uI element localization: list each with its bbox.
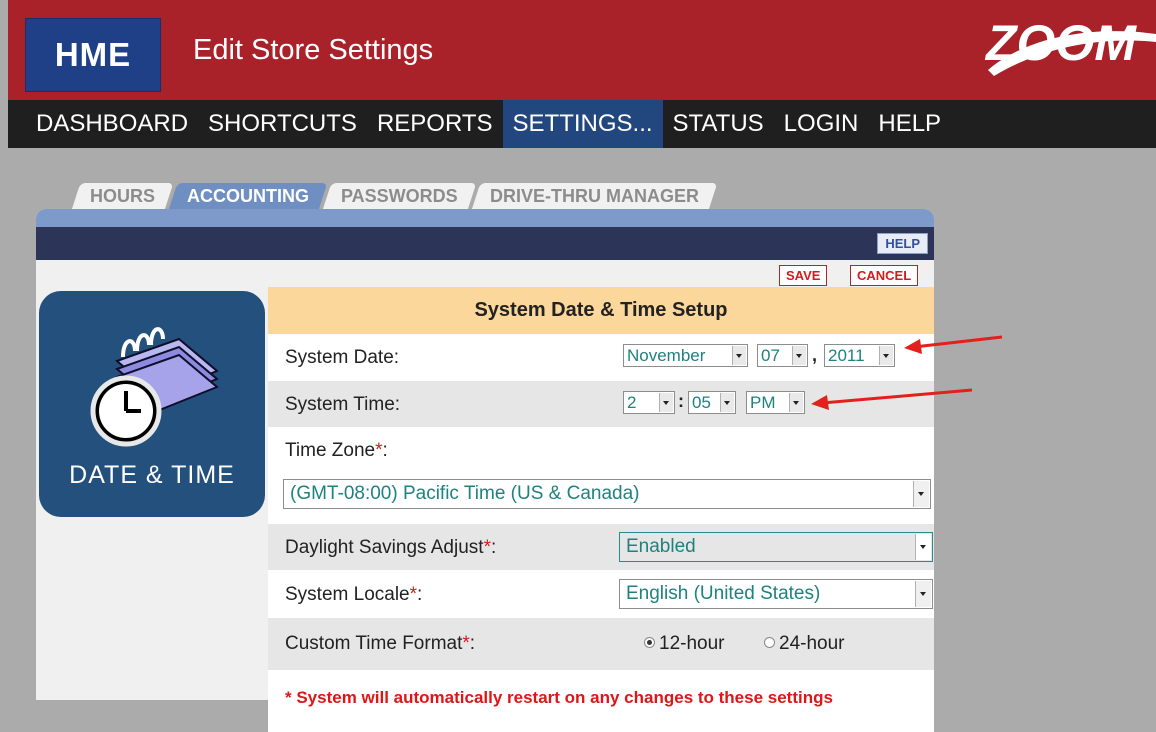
nav-help[interactable]: HELP [868, 100, 951, 148]
system-locale-value: English (United States) [626, 583, 821, 604]
tab-hours-label: HOURS [90, 186, 156, 206]
brand-text: ZOOM [984, 15, 1137, 71]
tab-passwords-label: PASSWORDS [341, 186, 458, 206]
radio-unselected-icon [764, 637, 775, 648]
daylight-savings-select[interactable]: Enabled [619, 532, 933, 562]
minute-value: 05 [692, 393, 711, 412]
row-time-zone: Time Zone*: (GMT-08:00) Pacific Time (US… [268, 428, 934, 524]
main-nav: DASHBOARD SHORTCUTS REPORTS SETTINGS... … [8, 100, 1156, 148]
system-locale-select[interactable]: English (United States) [619, 579, 933, 609]
radio-12-hour-label: 12-hour [659, 633, 725, 654]
time-separator: : [678, 391, 684, 411]
year-value: 2011 [828, 346, 865, 365]
month-value: November [627, 346, 706, 365]
tab-accounting[interactable]: ACCOUNTING [168, 183, 328, 210]
chevron-down-icon [915, 534, 931, 560]
nav-settings[interactable]: SETTINGS... [502, 100, 663, 148]
date-time-form: System Date & Time Setup System Date: No… [268, 287, 934, 732]
system-locale-label: System Locale*: [285, 584, 423, 605]
chevron-down-icon [915, 581, 931, 607]
page-title: Edit Store Settings [193, 34, 434, 66]
help-button[interactable]: HELP [877, 233, 928, 254]
hour-value: 2 [627, 393, 637, 412]
panel-toolbar: HELP [36, 227, 934, 260]
chevron-down-icon [720, 393, 734, 412]
tab-drive-thru-manager-label: DRIVE-THRU MANAGER [489, 186, 699, 206]
tab-drive-thru-manager[interactable]: DRIVE-THRU MANAGER [471, 183, 718, 210]
row-system-locale: System Locale*: English (United States) [268, 571, 934, 618]
chevron-down-icon [913, 481, 929, 507]
time-zone-select[interactable]: (GMT-08:00) Pacific Time (US & Canada) [283, 479, 931, 509]
year-select[interactable]: 2011 [824, 344, 895, 367]
date-separator: , [812, 345, 818, 365]
restart-warning: * System will automatically restart on a… [285, 688, 833, 707]
nav-reports[interactable]: REPORTS [367, 100, 503, 148]
chevron-down-icon [732, 346, 746, 365]
chevron-down-icon [879, 346, 893, 365]
minute-select[interactable]: 05 [688, 391, 736, 414]
hour-select[interactable]: 2 [623, 391, 675, 414]
tab-accounting-label: ACCOUNTING [187, 186, 310, 206]
panel-top-edge [36, 209, 934, 227]
row-time-format: Custom Time Format*: 12-hour 24-hour [268, 618, 934, 671]
ampm-select[interactable]: PM [746, 391, 805, 414]
chevron-down-icon [789, 393, 803, 412]
date-time-label: DATE & TIME [69, 461, 235, 489]
hme-logo: HME [25, 18, 161, 92]
app-header: HME Edit Store Settings ZOOM [8, 0, 1156, 100]
nav-shortcuts[interactable]: SHORTCUTS [198, 100, 367, 148]
form-title: System Date & Time Setup [268, 287, 934, 334]
radio-selected-icon [644, 637, 655, 648]
system-time-label: System Time: [285, 394, 401, 415]
radio-24-hour[interactable]: 24-hour [764, 633, 845, 655]
tab-hours[interactable]: HOURS [71, 183, 174, 210]
time-zone-value: (GMT-08:00) Pacific Time (US & Canada) [290, 483, 640, 504]
row-warning: * System will automatically restart on a… [268, 671, 934, 732]
radio-24-hour-label: 24-hour [779, 633, 845, 654]
tab-passwords[interactable]: PASSWORDS [322, 183, 477, 210]
day-select[interactable]: 07 [757, 344, 808, 367]
time-zone-label: Time Zone*: [285, 440, 388, 461]
date-time-card: DATE & TIME [39, 291, 265, 517]
daylight-savings-value: Enabled [626, 536, 696, 557]
settings-tabs: HOURS ACCOUNTING PASSWORDS DRIVE-THRU MA… [71, 183, 718, 210]
nav-login[interactable]: LOGIN [774, 100, 869, 148]
day-value: 07 [761, 346, 780, 365]
radio-12-hour[interactable]: 12-hour [644, 633, 725, 655]
calendar-clock-icon [90, 327, 219, 447]
row-daylight-savings: Daylight Savings Adjust*: Enabled [268, 524, 934, 571]
row-system-time: System Time: 2 : 05 PM [268, 381, 934, 428]
settings-panel: HELP SAVE CANCEL DATE & TIME System Date… [36, 209, 934, 732]
system-date-label: System Date: [285, 347, 400, 368]
chevron-down-icon [659, 393, 673, 412]
nav-status[interactable]: STATUS [663, 100, 774, 148]
save-button[interactable]: SAVE [779, 265, 828, 286]
chevron-down-icon [792, 346, 806, 365]
ampm-value: PM [750, 393, 776, 412]
cancel-button[interactable]: CANCEL [850, 265, 919, 286]
daylight-savings-label: Daylight Savings Adjust*: [285, 537, 497, 558]
month-select[interactable]: November [623, 344, 748, 367]
nav-dashboard[interactable]: DASHBOARD [8, 100, 198, 148]
row-system-date: System Date: November 07 , 2011 [268, 334, 934, 381]
zoom-brand-logo: ZOOM [984, 15, 1156, 76]
time-format-label: Custom Time Format*: [285, 633, 476, 654]
